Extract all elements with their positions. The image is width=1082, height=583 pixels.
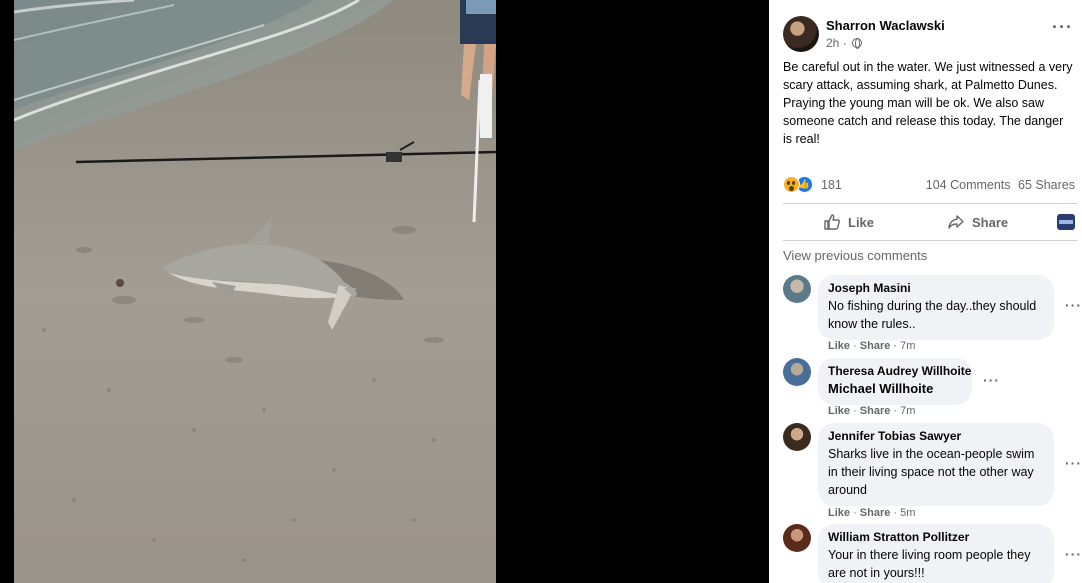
like-button[interactable]: Like [823,206,874,238]
post-stats: 104 Comments 65 Shares [926,178,1075,192]
globe-icon [852,38,863,49]
like-label: Like [848,214,875,230]
post-panel: Sharron Waclawski 2h · ··· Be careful ou… [769,0,1082,583]
share-button[interactable]: Share [947,206,1008,238]
comment-like-button[interactable]: Like [828,405,850,417]
comment-bubble: William Stratton Pollitzer Your in there… [818,524,1054,583]
comment-more-icon[interactable]: ··· [1065,546,1082,562]
thumbs-up-icon [824,214,840,230]
comment-share-button[interactable]: Share [860,340,891,352]
author-name[interactable]: Sharron Waclawski [826,18,945,33]
comment-share-button[interactable]: Share [860,405,891,417]
post-text: Be careful out in the water. We just wit… [783,60,1073,146]
share-label: Share [972,214,1009,230]
view-previous-comments-link[interactable]: View previous comments [783,248,927,263]
post-time-text[interactable]: 2h [826,36,839,50]
comment-count[interactable]: 104 Comments [926,178,1011,192]
commenter-name[interactable]: William Stratton Pollitzer [828,530,1042,545]
comment-time[interactable]: 5m [900,507,915,519]
divider [783,240,1077,241]
more-options-icon[interactable]: ··· [1052,18,1073,36]
comment-like-button[interactable]: Like [828,340,850,352]
post-time-separator: · [842,36,847,50]
post-photo[interactable] [14,0,496,583]
post-timestamp[interactable]: 2h · [826,36,863,50]
comment-actions: Like · Share · 5m [828,507,916,519]
mentioned-user[interactable]: Michael Willhoite [828,380,960,398]
comment-more-icon[interactable]: ··· [983,372,1000,388]
comment-like-button[interactable]: Like [828,507,850,519]
comment-actions: Like · Share · 7m [828,405,916,417]
comment-bubble: Jennifer Tobias Sawyer Sharks live in th… [818,423,1054,506]
comment-bubble: Theresa Audrey Willhoite Michael Willhoi… [818,358,972,405]
wow-icon [783,176,800,193]
comment-more-icon[interactable]: ··· [1065,297,1082,313]
comment-text: Sharks live in the ocean-people swim in … [828,447,1035,497]
comment-share-button[interactable]: Share [860,507,891,519]
post-actions: Like Share [783,206,1077,238]
photo-viewer [0,0,768,583]
profile-switch-icon[interactable] [1057,214,1075,230]
commenter-name[interactable]: Joseph Masini [828,281,1042,296]
comment-bubble: Joseph Masini No fishing during the day.… [818,275,1054,340]
comment-time[interactable]: 7m [900,340,915,352]
commenter-name[interactable]: Jennifer Tobias Sawyer [828,429,1042,444]
share-arrow-icon [948,215,964,229]
comment-more-icon[interactable]: ··· [1065,455,1082,471]
share-count[interactable]: 65 Shares [1018,178,1075,192]
commenter-name[interactable]: Theresa Audrey Willhoite [828,364,971,379]
comment-actions: Like · Share · 7m [828,340,916,352]
author-avatar[interactable] [783,16,819,52]
commenter-avatar[interactable] [783,358,811,386]
comment-time[interactable]: 7m [900,405,915,417]
reaction-count[interactable]: 181 [821,178,842,192]
divider [783,203,1077,204]
reactions-bar: 👍 181 104 Comments 65 Shares [783,176,1079,196]
comment-text: No fishing during the day..they should k… [828,299,1037,331]
commenter-avatar[interactable] [783,423,811,451]
commenter-avatar[interactable] [783,275,811,303]
commenter-avatar[interactable] [783,524,811,552]
comment-text: Your in there living room people they ar… [828,548,1031,580]
reaction-icons[interactable]: 👍 [783,176,817,194]
post-header: Sharron Waclawski 2h · ··· [783,16,1079,54]
shark-on-beach-image [14,0,496,583]
